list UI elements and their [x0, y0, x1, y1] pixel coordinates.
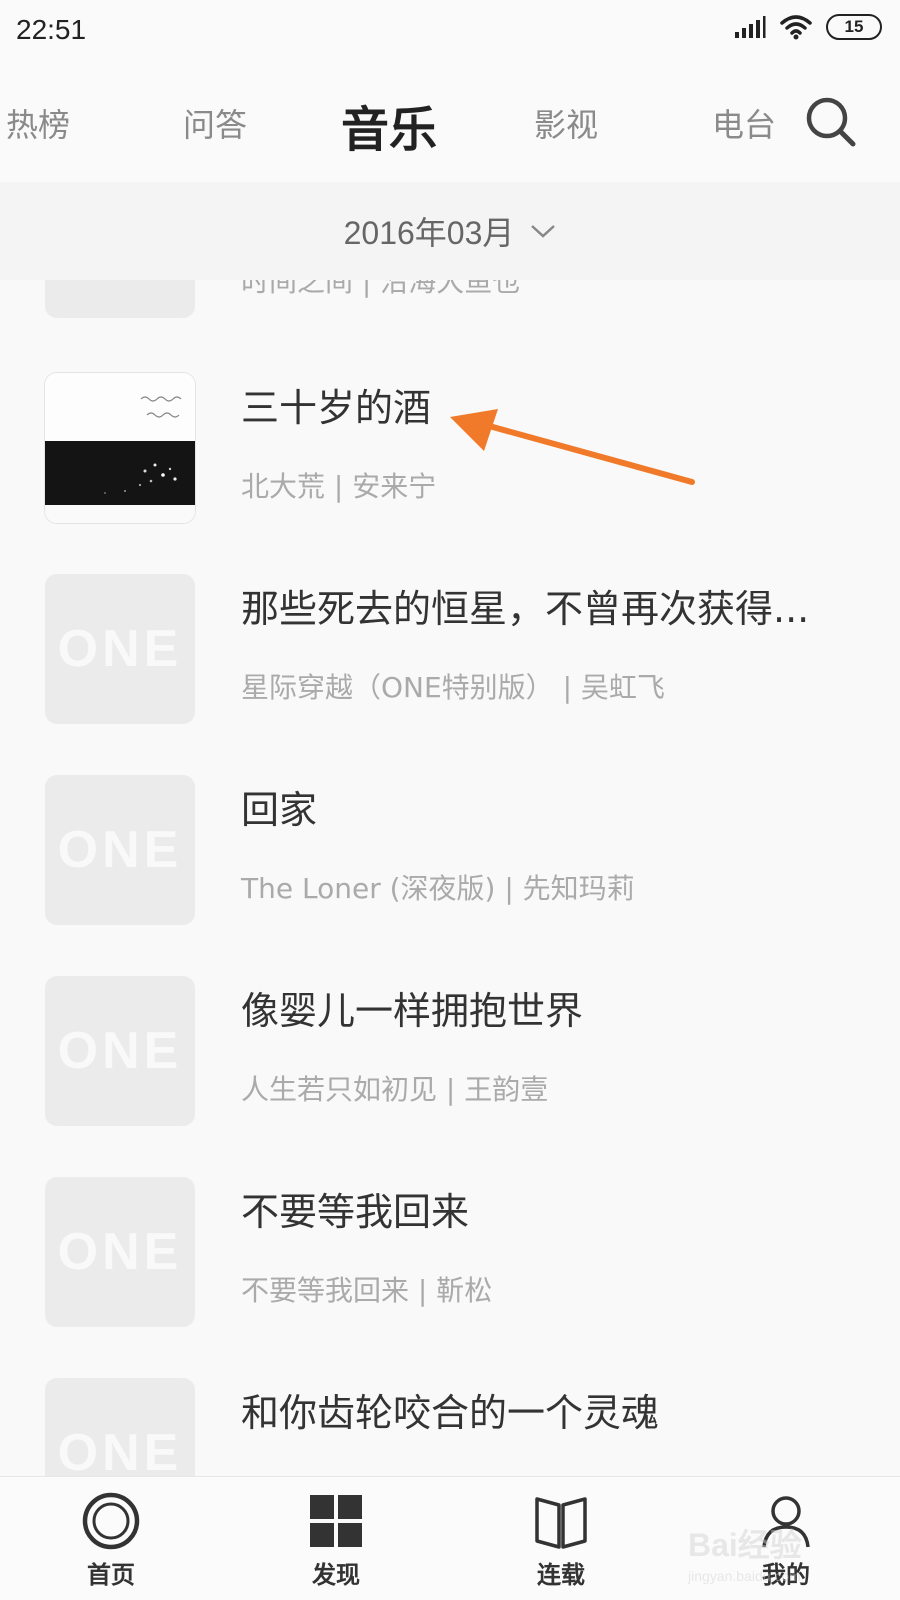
song-title: 三十岁的酒: [241, 386, 432, 430]
wifi-icon: [780, 15, 812, 40]
book-icon: [535, 1497, 587, 1549]
song-item[interactable]: ONE 不要等我回来 不要等我回来 | 靳松: [0, 1177, 900, 1327]
watermark-main: Bai经验: [688, 1527, 802, 1563]
grid-icon: [310, 1495, 362, 1547]
song-cover: ONE: [45, 574, 195, 724]
song-item[interactable]: ONE 时间之间 | 沿海大鱼也: [0, 280, 900, 318]
nav-serial[interactable]: 连载: [506, 1477, 616, 1600]
status-icons: 15: [734, 14, 882, 40]
song-cover: ONE: [45, 1177, 195, 1327]
song-cover: ONE: [45, 280, 195, 318]
song-item[interactable]: ONE 像婴儿一样拥抱世界 人生若只如初见 | 王韵壹: [0, 976, 900, 1126]
tab-radio[interactable]: 电台: [712, 100, 776, 146]
one-logo: ONE: [57, 620, 183, 678]
song-cover: ONE: [45, 775, 195, 925]
song-title: 和你齿轮咬合的一个灵魂: [241, 1391, 660, 1435]
watermark: Bai经验 jingyan.baidu.com: [688, 1520, 888, 1590]
song-item[interactable]: ONE 回家 The Loner (深夜版) | 先知玛莉: [0, 775, 900, 925]
song-item[interactable]: ONE 那些死去的恒星，不曾再次获得... 星际穿越（ONE特别版） | 吴虹飞: [0, 574, 900, 724]
handwriting-decor: [140, 396, 182, 418]
one-logo: ONE: [45, 280, 195, 318]
chevron-down-icon: [531, 225, 556, 238]
song-meta: 时间之间 | 沿海大鱼也: [241, 280, 521, 298]
top-nav: 热榜 问答 音乐 影视 电台: [0, 64, 900, 182]
nav-home[interactable]: 首页: [56, 1477, 166, 1600]
tab-music[interactable]: 音乐: [341, 90, 437, 160]
song-meta: The Loner (深夜版) | 先知玛莉: [241, 872, 635, 905]
search-icon[interactable]: [803, 94, 859, 150]
song-meta: 不要等我回来 | 靳松: [241, 1274, 493, 1307]
nav-home-label: 首页: [87, 1561, 135, 1589]
song-meta: 北大荒 | 安来宁: [241, 470, 437, 503]
tab-movies[interactable]: 影视: [534, 100, 598, 146]
nav-serial-label: 连载: [537, 1561, 585, 1589]
date-filter[interactable]: 2016年03月: [0, 182, 900, 280]
date-label: 2016年03月: [343, 215, 515, 251]
tab-hot[interactable]: 热榜: [6, 100, 70, 146]
one-logo: ONE: [57, 1223, 183, 1281]
one-logo: ONE: [57, 821, 183, 879]
album-photo: [45, 373, 195, 523]
arrow-annotation: [450, 409, 695, 485]
song-meta: 星际穿越（ONE特别版） | 吴虹飞: [241, 671, 665, 704]
song-title: 像婴儿一样拥抱世界: [241, 989, 584, 1033]
song-title: 那些死去的恒星，不曾再次获得...: [241, 587, 810, 631]
home-ring-icon: [82, 1492, 140, 1550]
status-time: 22:51: [16, 14, 87, 45]
song-meta: 人生若只如初见 | 王韵壹: [241, 1073, 549, 1106]
battery-level: 15: [844, 17, 864, 36]
song-item[interactable]: ONE 和你齿轮咬合的一个灵魂: [0, 1378, 900, 1476]
song-title: 不要等我回来: [241, 1190, 470, 1234]
nav-discover[interactable]: 发现: [281, 1477, 391, 1600]
one-logo: ONE: [57, 1022, 183, 1080]
nav-discover-label: 发现: [312, 1561, 360, 1589]
one-logo: ONE: [57, 1424, 183, 1476]
song-cover: ONE: [45, 1378, 195, 1476]
song-title: 回家: [241, 788, 318, 832]
tab-qa[interactable]: 问答: [183, 100, 247, 146]
watermark-sub: jingyan.baidu.com: [688, 1568, 801, 1584]
status-bar: 22:51 15: [0, 0, 900, 64]
battery-icon: 15: [826, 14, 882, 40]
song-cover: ONE: [45, 976, 195, 1126]
night-city-image: [104, 463, 177, 494]
signal-icon: [735, 16, 766, 38]
